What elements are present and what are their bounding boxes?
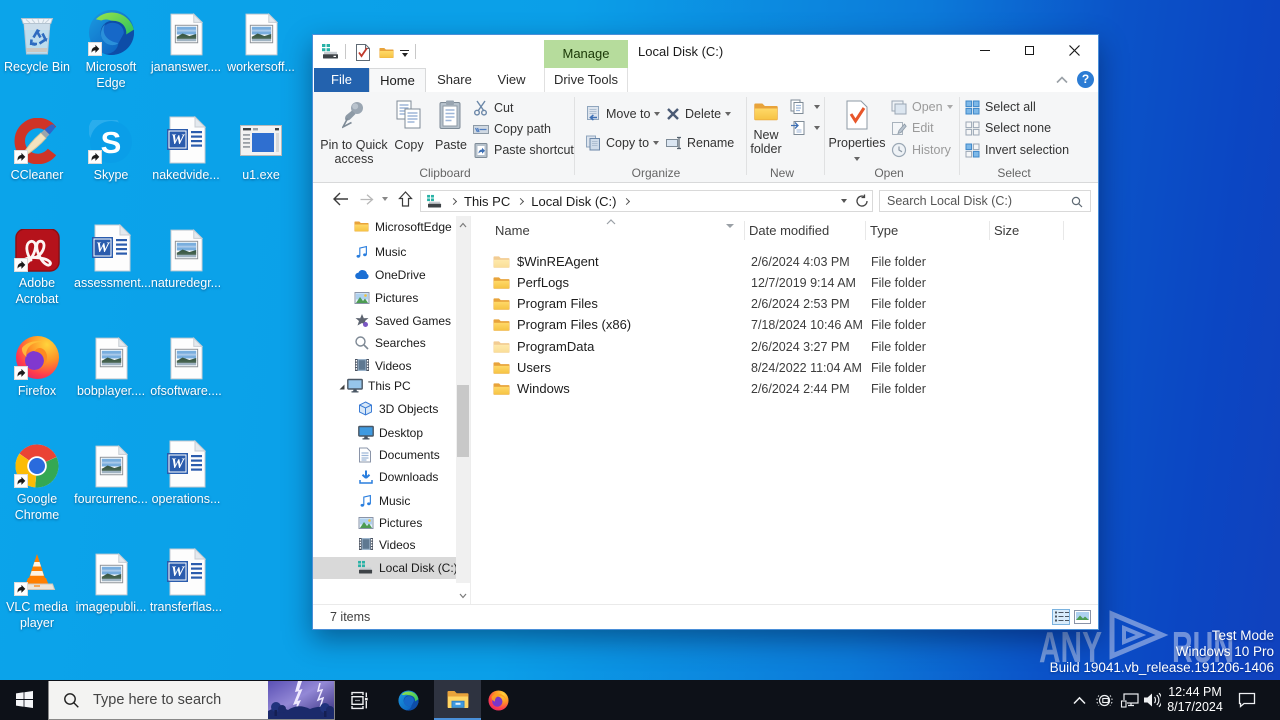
svg-text:S: S (101, 125, 122, 160)
